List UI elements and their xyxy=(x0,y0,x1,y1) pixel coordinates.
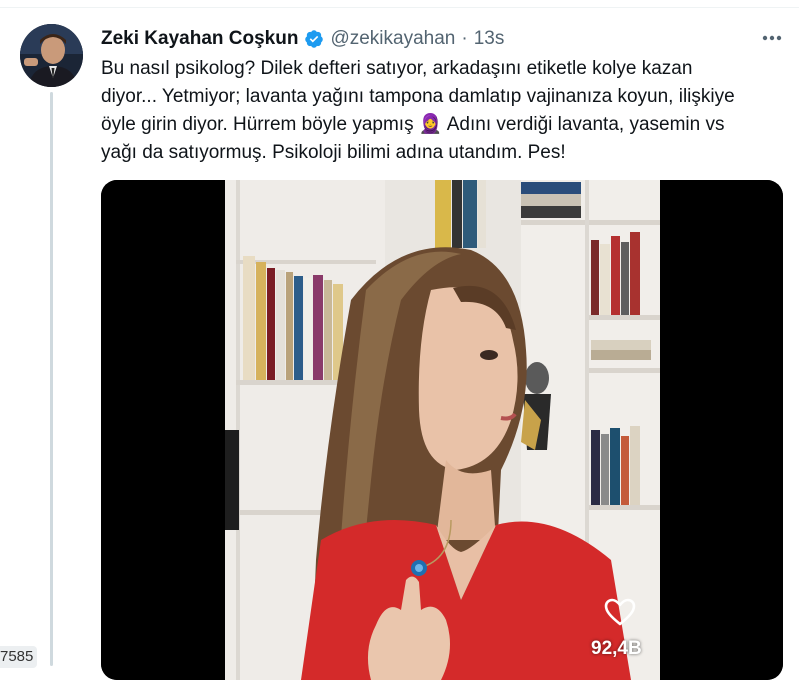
tweet-text-line: Bu nasıl psikolog? Dilek defteri satıyor… xyxy=(101,58,693,79)
tweet-header: Zeki Kayahan Coşkun @zekikayahan · 13s xyxy=(101,26,504,52)
woman-headscarf-emoji: 🧕 xyxy=(418,114,443,135)
thread-connector-line xyxy=(50,92,53,666)
tweet-text-fragment: öyle girin diyor. Hürrem böyle yapmış xyxy=(101,114,419,135)
author-avatar[interactable] xyxy=(20,24,83,87)
view-count: 92,4B xyxy=(591,638,642,659)
video-player[interactable] xyxy=(101,180,783,680)
timestamp[interactable]: 13s xyxy=(474,28,505,50)
author-handle[interactable]: @zekikayahan xyxy=(330,28,455,50)
verified-badge-icon xyxy=(304,29,324,49)
more-horizontal-icon[interactable] xyxy=(760,28,784,48)
tweet-text-line: yağı da satıyormuş. Psikoloji bilimi adı… xyxy=(101,142,566,163)
partial-count-badge: 7585 xyxy=(0,646,38,668)
tweet-text-fragment: Adını verdiği lavanta, yasemin vs xyxy=(442,114,725,135)
separator-dot: · xyxy=(461,28,468,49)
video-frame xyxy=(101,180,783,680)
tweet-text: Bu nasıl psikolog? Dilek defteri satıyor… xyxy=(101,55,761,167)
top-divider xyxy=(0,7,799,8)
tweet-text-line: öyle girin diyor. Hürrem böyle yapmış 🧕 … xyxy=(101,111,761,139)
tweet-text-line: diyor... Yetmiyor; lavanta yağını tampon… xyxy=(101,86,735,107)
heart-icon[interactable] xyxy=(604,598,636,626)
author-name[interactable]: Zeki Kayahan Coşkun xyxy=(101,28,298,50)
